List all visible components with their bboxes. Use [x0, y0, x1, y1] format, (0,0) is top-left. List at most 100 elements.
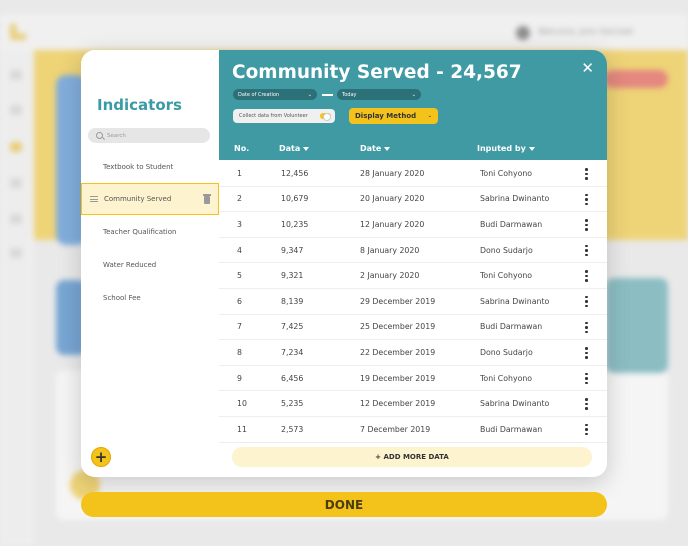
trash-icon[interactable] [203, 194, 211, 204]
sidebar-icon [10, 142, 22, 152]
row-number: 9 [237, 373, 242, 383]
display-method-label: Display Method [355, 112, 417, 120]
data-table: 1 12,456 28 January 2020 Toni Cohyono 2 10,67… [219, 161, 607, 443]
more-options-icon[interactable] [585, 347, 588, 359]
table-row[interactable]: 5 9,321 2 January 2020 Toni Cohyono [219, 263, 607, 289]
display-method-select[interactable]: Display Method ⌄ [349, 108, 438, 124]
row-date: 25 December 2019 [360, 322, 436, 332]
sidebar-icon [10, 178, 22, 188]
more-options-icon[interactable] [585, 168, 588, 180]
date-range-separator [322, 94, 333, 96]
chevron-down-icon: ⌄ [307, 91, 312, 98]
column-header-inputed-by[interactable]: Inputed by [477, 144, 535, 153]
date-of-creation-select[interactable]: Date of Creation ⌄ [233, 89, 317, 100]
date-today-label: Today [342, 91, 357, 98]
collect-volunteer-toggle[interactable]: Collect data from Volunteer [233, 109, 335, 123]
sort-down-icon [384, 146, 391, 151]
row-data-value: 5,235 [281, 399, 304, 409]
indicator-item-label: Community Served [104, 195, 172, 203]
table-row[interactable]: 8 7,234 22 December 2019 Dono Sudarjo [219, 340, 607, 366]
column-header-data[interactable]: Data [279, 144, 310, 153]
row-data-value: 9,347 [281, 245, 304, 255]
close-icon[interactable]: ✕ [581, 61, 594, 76]
row-number: 5 [237, 271, 242, 281]
table-row[interactable]: 6 8,139 29 December 2019 Sabrina Dwinanto [219, 289, 607, 315]
indicator-item-label: Water Reduced [103, 261, 157, 269]
date-today-select[interactable]: Today ⌄ [337, 89, 421, 100]
sidebar-icon [10, 70, 22, 80]
row-number: 4 [237, 245, 242, 255]
more-options-icon[interactable] [585, 423, 588, 436]
background-sidebar [0, 50, 34, 546]
table-row[interactable]: 9 6,456 19 December 2019 Toni Cohyono [219, 366, 607, 392]
row-inputed-by: Budi Darmawan [480, 322, 543, 332]
row-number: 2 [237, 194, 242, 204]
row-data-value: 9,321 [281, 271, 304, 281]
row-inputed-by: Sabrina Dwinanto [480, 296, 550, 306]
indicator-item-textbook[interactable]: Textbook to Student [81, 151, 219, 183]
data-header: Community Served - 24,567 ✕ Date of Crea… [219, 50, 607, 160]
row-number: 10 [237, 399, 247, 409]
row-data-value: 7,425 [281, 322, 304, 332]
indicators-pane: Indicators Search Textbook to Student Co… [81, 50, 219, 477]
row-data-value: 2,573 [281, 424, 304, 434]
add-indicator-button[interactable]: + [91, 447, 111, 467]
table-row[interactable]: 1 12,456 28 January 2020 Toni Cohyono [219, 161, 607, 187]
row-date: 22 December 2019 [360, 347, 436, 357]
indicator-item-community-served[interactable]: Community Served [81, 183, 219, 215]
add-more-data-button[interactable]: + ADD MORE DATA [232, 447, 592, 467]
table-row[interactable]: 2 10,679 20 January 2020 Sabrina Dwinanto [219, 187, 607, 213]
indicator-item-water-reduced[interactable]: Water Reduced [81, 249, 219, 281]
page-title: Community Served - 24,567 [232, 62, 522, 83]
row-number: 1 [237, 168, 242, 178]
row-date: 2 January 2020 [360, 271, 420, 281]
row-inputed-by: Toni Cohyono [480, 168, 533, 178]
row-inputed-by: Budi Darmawan [480, 424, 543, 434]
table-row[interactable]: 3 10,235 12 January 2020 Budi Darmawan [219, 212, 607, 238]
row-data-value: 10,235 [281, 219, 309, 229]
more-options-icon[interactable] [585, 321, 588, 334]
indicator-item-teacher-qualification[interactable]: Teacher Qualification [81, 216, 219, 248]
row-inputed-by: Dono Sudarjo [480, 245, 533, 255]
avatar [516, 26, 530, 40]
indicator-modal: Indicators Search Textbook to Student Co… [81, 50, 607, 477]
sidebar-icon [10, 248, 22, 258]
chevron-down-icon: ⌄ [411, 91, 416, 98]
table-row[interactable]: 10 5,235 12 December 2019 Sabrina Dwinanto [219, 391, 607, 417]
row-date: 12 December 2019 [360, 399, 436, 409]
row-number: 7 [237, 322, 242, 332]
row-number: 11 [237, 424, 247, 434]
row-inputed-by: Sabrina Dwinanto [480, 194, 550, 204]
table-row[interactable]: 11 2,573 7 December 2019 Budi Darmawan [219, 417, 607, 443]
row-date: 7 December 2019 [360, 424, 431, 434]
column-header-no: No. [234, 144, 250, 153]
table-row[interactable]: 7 7,425 25 December 2019 Budi Darmawan [219, 315, 607, 341]
indicators-title: Indicators [97, 96, 182, 114]
more-options-icon[interactable] [585, 219, 588, 231]
row-date: 28 January 2020 [360, 168, 425, 178]
more-options-icon[interactable] [585, 244, 588, 257]
more-options-icon[interactable] [585, 193, 588, 206]
more-options-icon[interactable] [585, 398, 588, 410]
chevron-down-icon: ⌄ [427, 113, 432, 119]
column-header-date[interactable]: Date [360, 144, 391, 153]
row-date: 29 December 2019 [360, 296, 436, 306]
table-row[interactable]: 4 9,347 8 January 2020 Dono Sudarjo [219, 238, 607, 264]
search-icon [96, 132, 103, 139]
welcome-text: Welcome, John Sarmadi [538, 27, 633, 36]
collect-volunteer-label: Collect data from Volunteer [239, 113, 308, 119]
row-data-value: 12,456 [281, 168, 309, 178]
row-data-value: 10,679 [281, 194, 309, 204]
more-options-icon[interactable] [585, 295, 588, 308]
search-input[interactable]: Search [88, 128, 210, 143]
drag-handle-icon[interactable] [90, 196, 98, 202]
row-inputed-by: Dono Sudarjo [480, 347, 533, 357]
done-button[interactable]: DONE [81, 492, 607, 517]
more-options-icon[interactable] [585, 372, 588, 385]
indicator-item-school-fee[interactable]: School Fee [81, 282, 219, 314]
toggle-switch[interactable] [320, 113, 331, 121]
row-number: 3 [237, 219, 242, 229]
more-options-icon[interactable] [585, 270, 588, 282]
indicator-item-label: School Fee [103, 294, 141, 302]
indicator-item-label: Textbook to Student [103, 163, 174, 171]
